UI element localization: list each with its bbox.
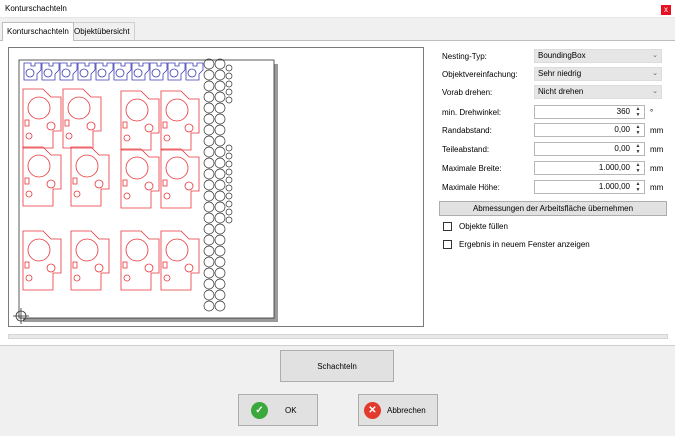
chevron-down-icon: ⌄ [652,88,658,95]
window-title: Konturschachteln [5,4,67,13]
title-bar: Konturschachteln x [0,0,675,18]
spin-arrows-icon[interactable]: ▲ ▼ [633,124,643,136]
nesting-preview[interactable] [8,47,424,327]
tab-strip: Konturschachteln Objektübersicht [0,18,675,41]
prerotate-select[interactable]: Nicht drehen ⌄ [534,85,662,99]
row-simplification: Objektvereinfachung: Sehr niedrig ⌄ [442,67,672,82]
part-distance-input[interactable]: 0,00 ▲ ▼ [534,142,645,156]
nest-button[interactable]: Schachteln [280,350,394,382]
max-height-input[interactable]: 1.000,00 ▲ ▼ [534,180,645,194]
spin-arrows-icon[interactable]: ▲ ▼ [633,106,643,118]
min-rotation-input[interactable]: 360 ▲ ▼ [534,105,645,119]
nesting-type-select[interactable]: BoundingBox ⌄ [534,49,662,63]
check-icon: ✓ [251,402,268,419]
row-prerotate: Vorab drehen: Nicht drehen ⌄ [442,85,672,100]
close-icon: x [664,5,668,14]
row-nesting-type: Nesting-Typ: BoundingBox ⌄ [442,49,672,64]
max-width-input[interactable]: 1.000,00 ▲ ▼ [534,161,645,175]
nesting-preview-drawing [13,58,278,324]
row-max-height: Maximale Höhe: 1.000,00 ▲ ▼ mm [442,180,664,194]
tab-panel: Nesting-Typ: BoundingBox ⌄ Objektvereinfa… [0,40,675,346]
spin-arrows-icon[interactable]: ▲ ▼ [633,162,643,174]
spin-arrows-icon[interactable]: ▲ ▼ [633,181,643,193]
ok-button[interactable]: ✓ OK [238,394,318,426]
chevron-down-icon: ⌄ [652,52,658,59]
row-border-distance: Randabstand: 0,00 ▲ ▼ mm [442,123,664,137]
tab-konturschachteln[interactable]: Konturschachteln [2,22,74,41]
horizontal-scrollbar[interactable] [8,334,668,339]
cross-icon: ✕ [364,402,381,419]
checkbox-box[interactable] [443,222,452,231]
close-button[interactable]: x [661,5,671,15]
cancel-button[interactable]: ✕ Abbrechen [358,394,438,426]
adopt-dimensions-button[interactable]: Abmessungen der Arbeitsfläche übernehmen [439,201,667,216]
row-part-distance: Teileabstand: 0,00 ▲ ▼ mm [442,142,664,156]
row-min-rotation: min. Drehwinkel: 360 ▲ ▼ ° [442,105,654,119]
checkbox-box[interactable] [443,240,452,249]
chevron-down-icon: ⌄ [652,70,658,77]
spin-arrows-icon[interactable]: ▲ ▼ [633,143,643,155]
tab-objektuebersicht[interactable]: Objektübersicht [69,22,135,40]
simplification-select[interactable]: Sehr niedrig ⌄ [534,67,662,81]
border-distance-input[interactable]: 0,00 ▲ ▼ [534,123,645,137]
row-max-width: Maximale Breite: 1.000,00 ▲ ▼ mm [442,161,664,175]
